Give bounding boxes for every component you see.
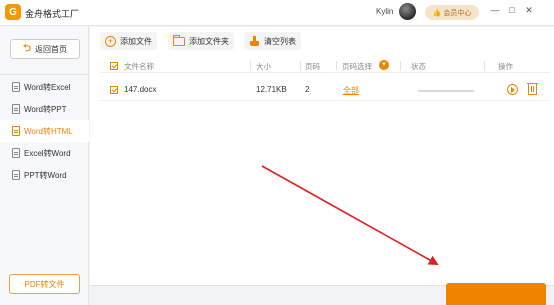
- title-bar: G 金舟格式工厂 Kylin 👍 会员中心 — □ ✕: [0, 0, 554, 26]
- document-icon: [12, 82, 20, 92]
- file-name: 147.docx: [124, 85, 157, 94]
- document-icon: [12, 104, 20, 114]
- table-row[interactable]: 147.docx 12.71KB 2 全部: [100, 79, 550, 101]
- main-panel: + 添加文件 添加文件夹 清空列表 文件名称 大小 页码 页码选择 ▼ 状态 操…: [90, 27, 554, 285]
- sidebar-item-label: Word转Excel: [24, 82, 71, 92]
- column-header-pages: 页码: [305, 62, 320, 71]
- select-all-checkbox[interactable]: [110, 62, 118, 70]
- column-divider: [400, 61, 401, 71]
- sidebar-item-label: Word转HTML: [24, 126, 73, 136]
- start-convert-button[interactable]: [446, 283, 546, 305]
- member-center-button[interactable]: 👍 会员中心: [425, 5, 479, 20]
- sidebar-item-word-to-excel[interactable]: Word转Excel: [0, 76, 89, 98]
- column-header-status: 状态: [411, 62, 426, 71]
- sidebar-item-label: PPT转Word: [24, 170, 67, 180]
- add-folder-label: 添加文件夹: [189, 36, 229, 46]
- play-icon[interactable]: [507, 84, 518, 95]
- sidebar-item-word-to-ppt[interactable]: Word转PPT: [0, 98, 89, 120]
- column-header-size: 大小: [256, 62, 271, 71]
- page-select-link[interactable]: 全部: [343, 85, 359, 96]
- add-folder-button[interactable]: 添加文件夹: [168, 32, 234, 50]
- sidebar-item-label: Word转PPT: [24, 104, 67, 114]
- thumbs-up-icon: 👍: [432, 9, 442, 17]
- row-checkbox[interactable]: [110, 86, 118, 94]
- column-divider: [484, 61, 485, 71]
- sidebar: ⮌ 返回首页 Word转Excel Word转PPT Word转HTML Exc…: [0, 27, 89, 305]
- add-file-label: 添加文件: [120, 36, 152, 46]
- folder-icon: [173, 34, 185, 46]
- column-header-page-select: 页码选择: [342, 62, 372, 71]
- sidebar-nav: Word转Excel Word转PPT Word转HTML Excel转Word…: [0, 74, 89, 186]
- maximize-icon[interactable]: □: [507, 5, 517, 15]
- sidebar-item-excel-to-word[interactable]: Excel转Word: [0, 142, 89, 164]
- column-divider: [300, 61, 301, 71]
- table-header: 文件名称 大小 页码 页码选择 ▼ 状态 操作: [100, 59, 550, 73]
- document-icon: [12, 170, 20, 180]
- document-icon: [12, 148, 20, 158]
- return-arrow-icon: ⮌: [22, 42, 31, 54]
- document-icon: [12, 126, 20, 136]
- page-count: 2: [305, 85, 310, 94]
- add-icon: +: [105, 35, 116, 47]
- broom-icon: [249, 35, 260, 47]
- column-header-actions: 操作: [498, 62, 513, 71]
- status-progress-bar: [418, 90, 474, 92]
- app-title: 金舟格式工厂: [25, 9, 80, 19]
- clear-list-button[interactable]: 清空列表: [244, 32, 301, 50]
- sidebar-item-word-to-html[interactable]: Word转HTML: [0, 120, 89, 142]
- close-icon[interactable]: ✕: [524, 5, 534, 16]
- user-name[interactable]: Kylin: [376, 7, 393, 16]
- member-center-label: 会员中心: [443, 9, 472, 17]
- avatar[interactable]: [399, 3, 416, 20]
- column-divider: [250, 61, 251, 71]
- chevron-down-icon[interactable]: ▼: [379, 60, 389, 70]
- file-size: 12.71KB: [256, 85, 287, 94]
- back-home-button[interactable]: ⮌ 返回首页: [10, 39, 80, 59]
- clear-list-label: 清空列表: [264, 36, 296, 46]
- sidebar-item-ppt-to-word[interactable]: PPT转Word: [0, 164, 89, 186]
- minimize-icon[interactable]: —: [490, 5, 500, 15]
- add-file-button[interactable]: + 添加文件: [100, 32, 157, 50]
- trash-icon[interactable]: [527, 83, 538, 95]
- sidebar-item-label: Excel转Word: [24, 148, 71, 158]
- app-logo-icon: G: [5, 4, 21, 20]
- back-home-label: 返回首页: [35, 44, 67, 54]
- pdf-convert-button[interactable]: PDF转文件: [9, 274, 80, 294]
- column-divider: [336, 61, 337, 71]
- column-header-name: 文件名称: [124, 62, 154, 71]
